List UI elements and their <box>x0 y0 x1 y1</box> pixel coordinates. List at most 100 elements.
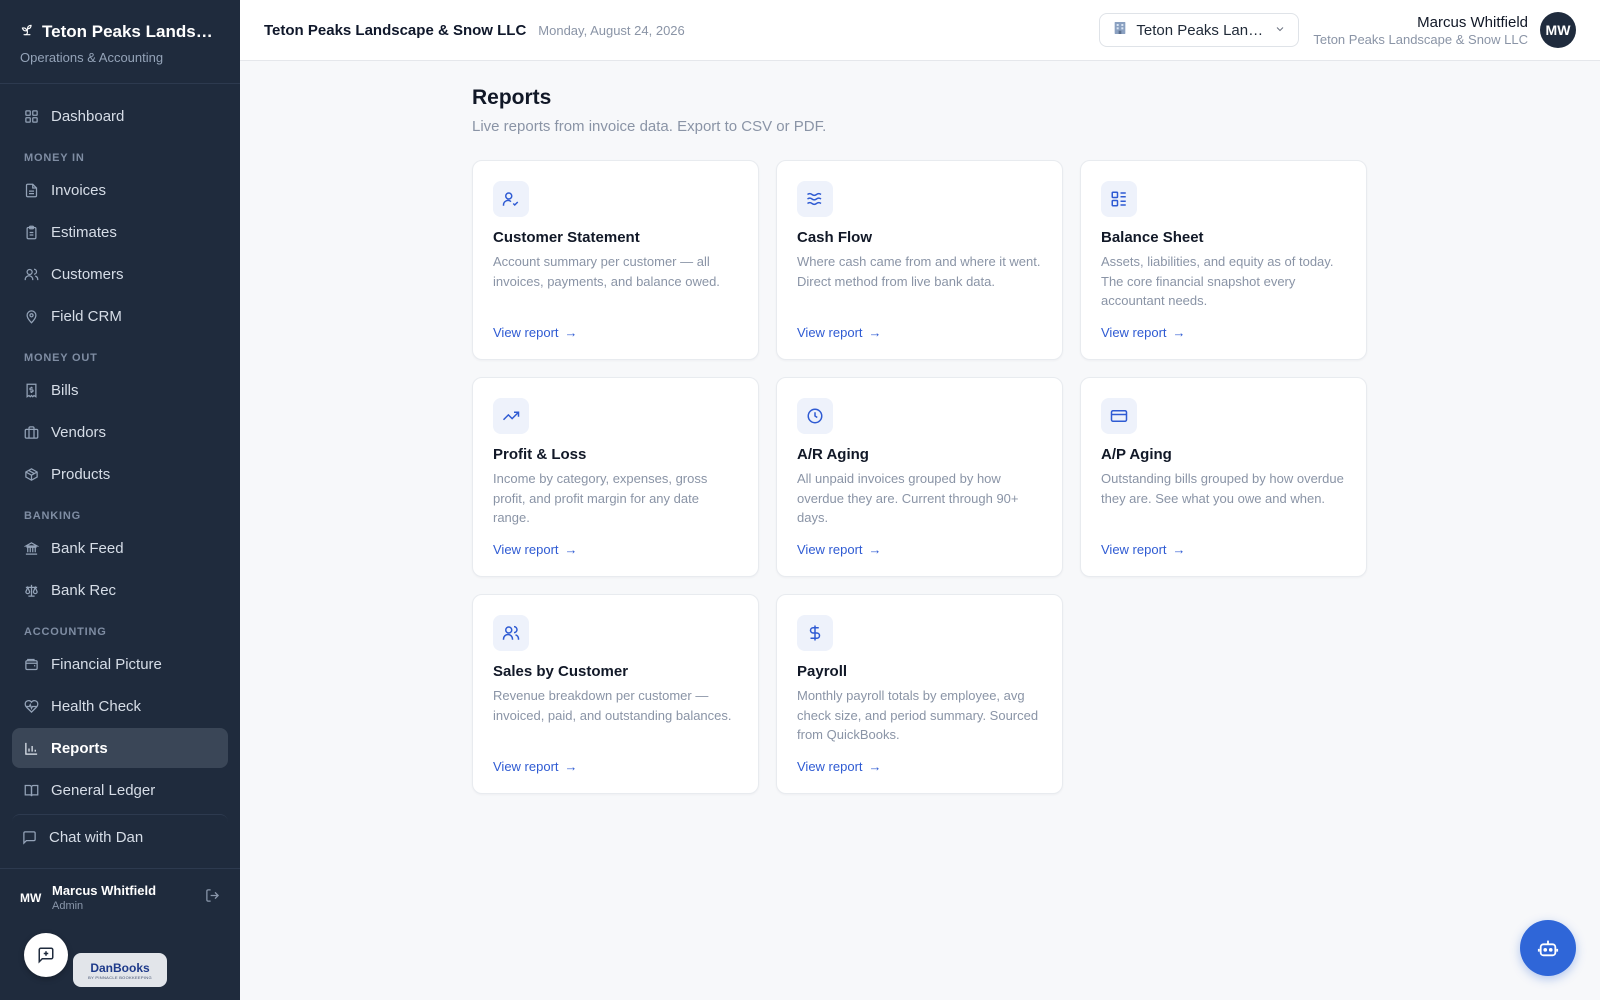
card-description: Assets, liabilities, and equity as of to… <box>1101 254 1334 308</box>
user-name: Marcus Whitfield <box>52 883 157 898</box>
scale-icon <box>25 584 38 597</box>
report-card-customer-statement[interactable]: Customer Statement Account summary per c… <box>472 160 759 360</box>
report-card-ap-aging[interactable]: A/P Aging Outstanding bills grouped by h… <box>1080 377 1367 577</box>
book-open-icon <box>24 784 39 796</box>
message-plus-icon <box>38 947 54 964</box>
sidebar: Teton Peaks Landscape & Snow LLC Operati… <box>0 0 240 1000</box>
sidebar-item-chat-with-dan[interactable]: Chat with Dan <box>12 814 228 854</box>
link-label: View report <box>797 325 863 340</box>
sidebar-item-field-crm[interactable]: Field CRM <box>12 296 228 336</box>
map-pin-icon <box>26 309 37 324</box>
section-money-out: MONEY OUT <box>24 352 98 364</box>
sidebar-item-label: Bills <box>51 381 79 399</box>
sidebar-item-health-check[interactable]: Health Check <box>12 686 228 726</box>
report-card-balance-sheet[interactable]: Balance Sheet Assets, liabilities, and e… <box>1080 160 1367 360</box>
view-report-link[interactable]: View report → <box>797 759 882 774</box>
sidebar-item-label: Vendors <box>51 423 107 441</box>
link-label: View report <box>493 759 559 774</box>
feedback-button[interactable] <box>24 933 68 977</box>
page-subtitle: Live reports from invoice data. Export t… <box>472 118 827 135</box>
link-label: View report <box>797 542 863 557</box>
sidebar-user: MW Marcus Whitfield Admin <box>0 868 240 926</box>
logout-icon[interactable] <box>205 888 220 908</box>
building-icon <box>1112 20 1128 40</box>
users-icon <box>493 615 529 651</box>
bot-icon <box>1537 940 1559 957</box>
card-title: A/P Aging <box>1101 446 1172 463</box>
card-description: Revenue breakdown per customer — invoice… <box>493 688 732 723</box>
view-report-link[interactable]: View report → <box>1101 542 1186 557</box>
sidebar-item-bills[interactable]: Bills <box>12 370 228 410</box>
header-company: Teton Peaks Landscape & Snow LLC <box>264 21 527 39</box>
sidebar-item-bank-feed[interactable]: Bank Feed <box>12 528 228 568</box>
report-card-cash-flow[interactable]: Cash Flow Where cash came from and where… <box>776 160 1063 360</box>
sidebar-item-customers[interactable]: Customers <box>12 254 228 294</box>
section-banking: BANKING <box>24 510 81 522</box>
view-report-link[interactable]: View report → <box>493 759 578 774</box>
report-card-sales-by-customer[interactable]: Sales by Customer Revenue breakdown per … <box>472 594 759 794</box>
view-report-link[interactable]: View report → <box>1101 325 1186 340</box>
view-report-link[interactable]: View report → <box>797 325 882 340</box>
card-description: All unpaid invoices grouped by how overd… <box>797 471 1019 525</box>
chevron-down-icon <box>1274 22 1286 39</box>
report-card-profit-loss[interactable]: Profit & Loss Income by category, expens… <box>472 377 759 577</box>
card-description: Where cash came from and where it went. … <box>797 254 1041 289</box>
header-user-name: Marcus Whitfield <box>1417 13 1528 31</box>
sidebar-item-reports[interactable]: Reports <box>12 728 228 768</box>
card-description: Outstanding bills grouped by how overdue… <box>1101 471 1344 506</box>
sidebar-item-label: Invoices <box>51 181 107 199</box>
sidebar-item-invoices[interactable]: Invoices <box>12 170 228 210</box>
arrow-right-icon: → <box>564 542 578 557</box>
user-role: Admin <box>52 900 84 912</box>
bank-icon <box>24 541 39 555</box>
arrow-right-icon: → <box>564 759 578 774</box>
sidebar-item-bank-rec[interactable]: Bank Rec <box>12 570 228 610</box>
sidebar-item-label: Reports <box>51 739 108 757</box>
link-label: View report <box>797 759 863 774</box>
waves-icon <box>797 181 833 217</box>
view-report-link[interactable]: View report → <box>797 542 882 557</box>
report-grid: Customer Statement Account summary per c… <box>472 160 1372 794</box>
link-label: View report <box>493 542 559 557</box>
arrow-right-icon: → <box>868 542 882 557</box>
link-label: View report <box>1101 542 1167 557</box>
danbooks-tagline: BY PINNACLE BOOKKEEPING <box>88 974 152 980</box>
view-report-link[interactable]: View report → <box>493 542 578 557</box>
arrow-right-icon: → <box>564 325 578 340</box>
arrow-right-icon: → <box>868 759 882 774</box>
sidebar-item-vendors[interactable]: Vendors <box>12 412 228 452</box>
sidebar-item-financial-picture[interactable]: Financial Picture <box>12 644 228 684</box>
report-card-ar-aging[interactable]: A/R Aging All unpaid invoices grouped by… <box>776 377 1063 577</box>
dollar-icon <box>797 615 833 651</box>
sidebar-item-label: Health Check <box>51 697 142 715</box>
view-report-link[interactable]: View report → <box>493 325 578 340</box>
sidebar-item-products[interactable]: Products <box>12 454 228 494</box>
header-user-company: Teton Peaks Landscape & Snow LLC <box>1313 31 1528 47</box>
avatar[interactable]: MW <box>1540 12 1576 48</box>
leaf-logo-icon <box>20 23 34 42</box>
danbooks-badge[interactable]: DanBooks BY PINNACLE BOOKKEEPING <box>73 953 167 987</box>
top-header: Teton Peaks Landscape & Snow LLC Monday,… <box>240 0 1600 61</box>
sidebar-item-dashboard[interactable]: Dashboard <box>12 96 228 136</box>
brand-title: Teton Peaks Landscape & Snow LLC <box>42 22 220 41</box>
layout-list-icon <box>1101 181 1137 217</box>
report-card-payroll[interactable]: Payroll Monthly payroll totals by employ… <box>776 594 1063 794</box>
assistant-bot-button[interactable] <box>1520 920 1576 976</box>
sidebar-item-label: Products <box>51 465 111 483</box>
sidebar-item-estimates[interactable]: Estimates <box>12 212 228 252</box>
company-select[interactable]: Teton Peaks Landscape & Snow LLC <box>1099 13 1300 47</box>
sidebar-item-label: Customers <box>51 265 124 283</box>
card-title: A/R Aging <box>797 446 869 463</box>
sidebar-item-general-ledger[interactable]: General Ledger <box>12 770 228 810</box>
header-date: Monday, August 24, 2026 <box>538 22 685 38</box>
brand-subtitle: Operations & Accounting <box>20 50 164 65</box>
card-title: Profit & Loss <box>493 446 587 463</box>
sidebar-item-label: Financial Picture <box>51 655 162 673</box>
arrow-right-icon: → <box>1172 325 1186 340</box>
sidebar-item-label: Field CRM <box>51 307 122 325</box>
sidebar-item-label: Bank Rec <box>51 581 117 599</box>
link-label: View report <box>1101 325 1167 340</box>
wallet-icon <box>25 658 38 670</box>
clipboard-icon <box>26 225 37 239</box>
message-square-icon <box>23 831 36 845</box>
